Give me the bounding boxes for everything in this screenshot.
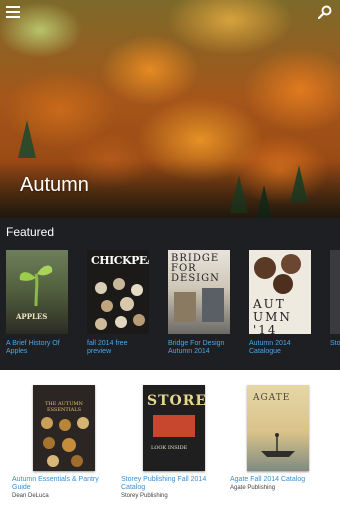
book-cover[interactable]: BRIDGE FOR DESIGN [168, 250, 230, 334]
cover-title: BRIDGE FOR DESIGN [171, 253, 220, 284]
catalog-item[interactable]: AGATE Agate Fall 2014 Catalog Agate Publ… [230, 385, 326, 491]
featured-item[interactable]: APPLES A Brief History Of Apples [6, 250, 72, 356]
boat-illustration [261, 433, 295, 457]
book-cover[interactable]: CHICKPEA [87, 250, 149, 334]
featured-item-label[interactable]: fall 2014 free preview [87, 340, 153, 356]
book-cover[interactable] [330, 250, 340, 334]
book-cover[interactable]: AGATE [247, 385, 309, 471]
muffin-illustration [254, 254, 301, 294]
featured-section: Featured APPLES A Brief History Of Apple… [0, 218, 340, 370]
cover-title: AUT UMN '14 [253, 297, 292, 335]
book-cover[interactable]: THE AUTUMN ESSENTIALS [33, 385, 95, 471]
menu-icon[interactable] [6, 6, 20, 18]
featured-item-label[interactable]: Bridge For Design Autumn 2014 [168, 340, 234, 356]
cover-title: APPLES [16, 312, 48, 321]
featured-item-label[interactable]: A Brief History Of Apples [6, 340, 72, 356]
featured-item-label[interactable]: Autumn 2014 Catalogue [249, 340, 315, 356]
featured-heading: Featured [6, 225, 55, 239]
book-cover[interactable]: STOREY LOOK INSIDE [143, 385, 205, 471]
catalog-item[interactable]: STOREY LOOK INSIDE Storey Publishing Fal… [121, 385, 227, 499]
catalog-item[interactable]: THE AUTUMN ESSENTIALS Autumn Essentials … [12, 385, 116, 499]
catalog-item-publisher: Dean DeLuca [12, 493, 49, 499]
cover-title: THE AUTUMN ESSENTIALS [45, 401, 83, 413]
catalog-item-title[interactable]: Storey Publishing Fall 2014 Catalog [121, 476, 227, 492]
cover-band [153, 415, 195, 437]
chair-shape [174, 292, 196, 322]
room-shape [202, 288, 224, 322]
cover-subtitle: LOOK INSIDE [151, 445, 188, 451]
hero-title: Autumn [20, 174, 89, 196]
cover-title: AGATE [253, 393, 291, 403]
mushroom-illustration [95, 278, 145, 330]
tree-decoration [18, 120, 36, 158]
catalog-item-title[interactable]: Agate Fall 2014 Catalog [230, 476, 326, 484]
cover-title: STOREY [147, 393, 205, 409]
book-cover[interactable]: AUT UMN '14 [249, 250, 311, 334]
cover-title: CHICKPEA [91, 254, 149, 267]
featured-item-label[interactable]: Sto Fal [330, 340, 340, 348]
spices-illustration [41, 417, 89, 467]
book-cover[interactable]: APPLES [6, 250, 68, 334]
catalog-item-title[interactable]: Autumn Essentials & Pantry Guide [12, 476, 116, 492]
catalog-list: THE AUTUMN ESSENTIALS Autumn Essentials … [0, 370, 340, 512]
featured-item[interactable]: CHICKPEA fall 2014 free preview [87, 250, 153, 356]
catalog-item-publisher: Agate Publishing [230, 485, 276, 491]
catalog-item-publisher: Storey Publishing [121, 493, 168, 499]
search-icon[interactable] [318, 5, 332, 19]
featured-item[interactable]: BRIDGE FOR DESIGN Bridge For Design Autu… [168, 250, 234, 356]
featured-item[interactable]: AUT UMN '14 Autumn 2014 Catalogue [249, 250, 315, 356]
hero-banner[interactable]: Autumn [0, 0, 340, 218]
sprout-illustration [19, 265, 53, 306]
featured-item[interactable]: Sto Fal [330, 250, 340, 348]
